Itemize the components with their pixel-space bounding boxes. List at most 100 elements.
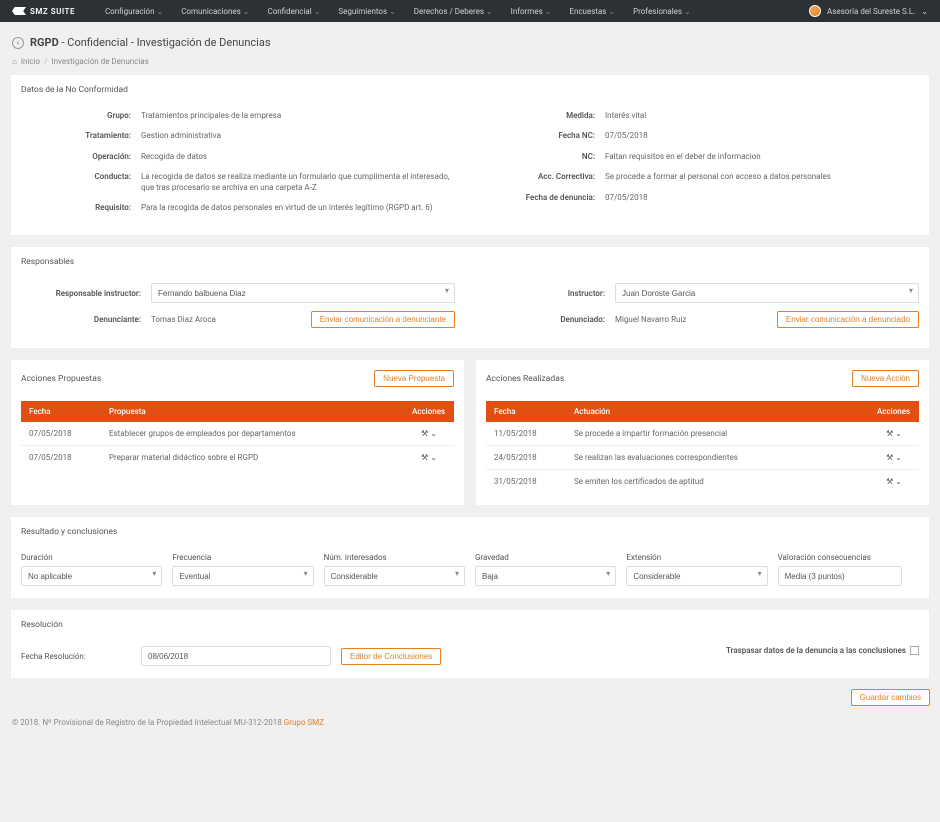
breadcrumb-home[interactable]: Inicio xyxy=(21,57,40,66)
btn-editor-conclusiones[interactable]: Editor de Conclusiones xyxy=(341,648,441,665)
btn-com-denunciante[interactable]: Enviar comunicación a denunciante xyxy=(311,311,455,328)
btn-com-denunciado[interactable]: Enviar comunicación a denunciado xyxy=(777,311,919,328)
value-grupo: Tratamientos principales de la empresa xyxy=(141,111,455,121)
cell-fecha: 07/05/2018 xyxy=(21,422,101,446)
tools-icon[interactable]: ⚒ xyxy=(886,477,893,486)
select-resp-instructor[interactable]: Fernando balbuena Diaz xyxy=(151,283,455,303)
nav-profesionales[interactable]: Profesionales xyxy=(633,7,691,16)
footer-link[interactable]: Grupo SMZ xyxy=(284,718,324,727)
table-row: 07/05/2018 Preparar material didáctico s… xyxy=(21,446,454,470)
panel-title: Acciones Realizadas xyxy=(486,374,564,384)
tools-icon[interactable]: ⚒ xyxy=(886,429,893,438)
tools-icon[interactable]: ⚒ xyxy=(421,453,428,462)
chevron-down-icon[interactable]: ⌄ xyxy=(430,453,437,462)
panel-title: Responsables xyxy=(21,257,919,267)
select-num-interesados[interactable]: Considerable xyxy=(324,566,465,586)
cell-actuacion: Se realizan las evaluaciones correspondi… xyxy=(566,446,869,470)
panel-title: Datos de la No Conformidad xyxy=(21,85,919,95)
tools-icon[interactable]: ⚒ xyxy=(421,429,428,438)
transfer-action[interactable]: Traspasar datos de la denuncia a las con… xyxy=(520,646,919,655)
value-denunciado: Miguel Navarro Ruiz xyxy=(615,315,686,324)
label-frecuencia: Frecuencia xyxy=(172,553,313,562)
label-requisito: Requisito: xyxy=(21,203,141,213)
panel-resolucion: Resolución Fecha Resolución: Editor de C… xyxy=(10,609,930,679)
label-fecha-resolucion: Fecha Resolución: xyxy=(21,652,131,661)
chevron-down-icon[interactable]: ⌄ xyxy=(895,453,902,462)
nav-derechos[interactable]: Derechos / Deberes xyxy=(414,7,493,16)
value-conducta: La recogida de datos se realiza mediante… xyxy=(141,172,455,193)
panel-realizadas: Acciones Realizadas Nueva Acción Fecha A… xyxy=(475,359,930,506)
table-row: 11/05/2018 Se procede a impartir formaci… xyxy=(486,422,919,446)
cell-propuesta: Establecer grupos de empleados por depar… xyxy=(101,422,404,446)
cell-fecha: 11/05/2018 xyxy=(486,422,566,446)
panel-responsables: Responsables Responsable instructor: Fer… xyxy=(10,246,930,349)
transfer-label: Traspasar datos de la denuncia a las con… xyxy=(726,646,906,655)
avatar xyxy=(809,5,821,17)
cell-actuacion: Se procede a impartir formación presenci… xyxy=(566,422,869,446)
label-valoracion: Valoración consecuencias xyxy=(778,553,919,562)
select-extension[interactable]: Considerable xyxy=(626,566,767,586)
user-menu[interactable]: Asesoría del Sureste S.L. ⌄ xyxy=(809,5,928,17)
brand-icon xyxy=(12,7,26,15)
table-row: 24/05/2018 Se realizan las evaluaciones … xyxy=(486,446,919,470)
label-fecha-nc: Fecha NC: xyxy=(485,131,605,141)
label-denunciante: Denunciante: xyxy=(21,315,141,324)
nav-informes[interactable]: Informes xyxy=(511,7,552,16)
breadcrumb-current: Investigación de Denuncias xyxy=(51,57,148,66)
brand-text: SMZ SUITE xyxy=(30,7,75,16)
value-nc: Faltan requisitos en el deber de informa… xyxy=(605,152,919,162)
btn-nueva-accion[interactable]: Nueva Acción xyxy=(852,370,919,387)
input-fecha-resolucion[interactable] xyxy=(141,646,331,666)
label-nc: NC: xyxy=(485,152,605,162)
chevron-down-icon[interactable]: ⌄ xyxy=(430,429,437,438)
footer-text: © 2018. Nº Provisional de Registro de la… xyxy=(12,718,284,727)
user-name: Asesoría del Sureste S.L. xyxy=(827,7,915,16)
label-duracion: Duración xyxy=(21,553,162,562)
nav-comunicaciones[interactable]: Comunicaciones xyxy=(181,7,249,16)
topbar: SMZ SUITE Configuración Comunicaciones C… xyxy=(0,0,940,22)
label-acc-correctiva: Acc. Correctiva: xyxy=(485,172,605,182)
chevron-down-icon[interactable]: ⌄ xyxy=(895,429,902,438)
select-duracion[interactable]: No aplicable xyxy=(21,566,162,586)
label-grupo: Grupo: xyxy=(21,111,141,121)
select-frecuencia[interactable]: Eventual xyxy=(172,566,313,586)
th-fecha: Fecha xyxy=(486,401,566,422)
cell-fecha: 07/05/2018 xyxy=(21,446,101,470)
table-realizadas: Fecha Actuación Acciones 11/05/2018 Se p… xyxy=(486,401,919,493)
label-instructor: Instructor: xyxy=(485,289,605,298)
label-conducta: Conducta: xyxy=(21,172,141,193)
select-gravedad[interactable]: Baja xyxy=(475,566,616,586)
value-operacion: Recogida de datos xyxy=(141,152,455,162)
nav-encuestas[interactable]: Encuestas xyxy=(569,7,615,16)
btn-nueva-propuesta[interactable]: Nueva Propuesta xyxy=(374,370,454,387)
label-tratamiento: Tratamiento: xyxy=(21,131,141,141)
cell-fecha: 31/05/2018 xyxy=(486,470,566,494)
label-extension: Extensión xyxy=(626,553,767,562)
btn-guardar[interactable]: Guardar cambios xyxy=(851,689,930,706)
nav-confidencial[interactable]: Confidencial xyxy=(267,7,320,16)
cell-actuacion: Se emiten los certificados de aptitud xyxy=(566,470,869,494)
label-resp-instructor: Responsable instructor: xyxy=(21,289,141,298)
label-medida: Medida: xyxy=(485,111,605,121)
value-fecha-nc: 07/05/2018 xyxy=(605,131,919,141)
chevron-down-icon[interactable]: ⌄ xyxy=(895,477,902,486)
nav-configuracion[interactable]: Configuración xyxy=(105,7,163,16)
table-row: 07/05/2018 Establecer grupos de empleado… xyxy=(21,422,454,446)
panel-propuestas: Acciones Propuestas Nueva Propuesta Fech… xyxy=(10,359,465,506)
panel-resultado: Resultado y conclusiones Duración No apl… xyxy=(10,516,930,599)
label-num-interesados: Núm. interesados xyxy=(324,553,465,562)
label-gravedad: Gravedad xyxy=(475,553,616,562)
select-instructor[interactable]: Juan Doroste Garcia xyxy=(615,283,919,303)
value-acc-correctiva: Se procede a formar al personal con acce… xyxy=(605,172,919,182)
th-propuesta: Propuesta xyxy=(101,401,404,422)
cell-propuesta: Preparar material didáctico sobre el RGP… xyxy=(101,446,404,470)
nav-seguimientos[interactable]: Seguimientos xyxy=(338,7,395,16)
label-operacion: Operación: xyxy=(21,152,141,162)
main-nav: Configuración Comunicaciones Confidencia… xyxy=(105,7,809,16)
transfer-icon xyxy=(910,646,919,655)
value-requisito: Para la recogida de datos personales en … xyxy=(141,203,455,213)
input-valoracion xyxy=(778,566,902,586)
panel-no-conformidad: Datos de la No Conformidad Grupo:Tratami… xyxy=(10,74,930,236)
tools-icon[interactable]: ⚒ xyxy=(886,453,893,462)
back-button[interactable]: ‹ xyxy=(12,37,24,49)
